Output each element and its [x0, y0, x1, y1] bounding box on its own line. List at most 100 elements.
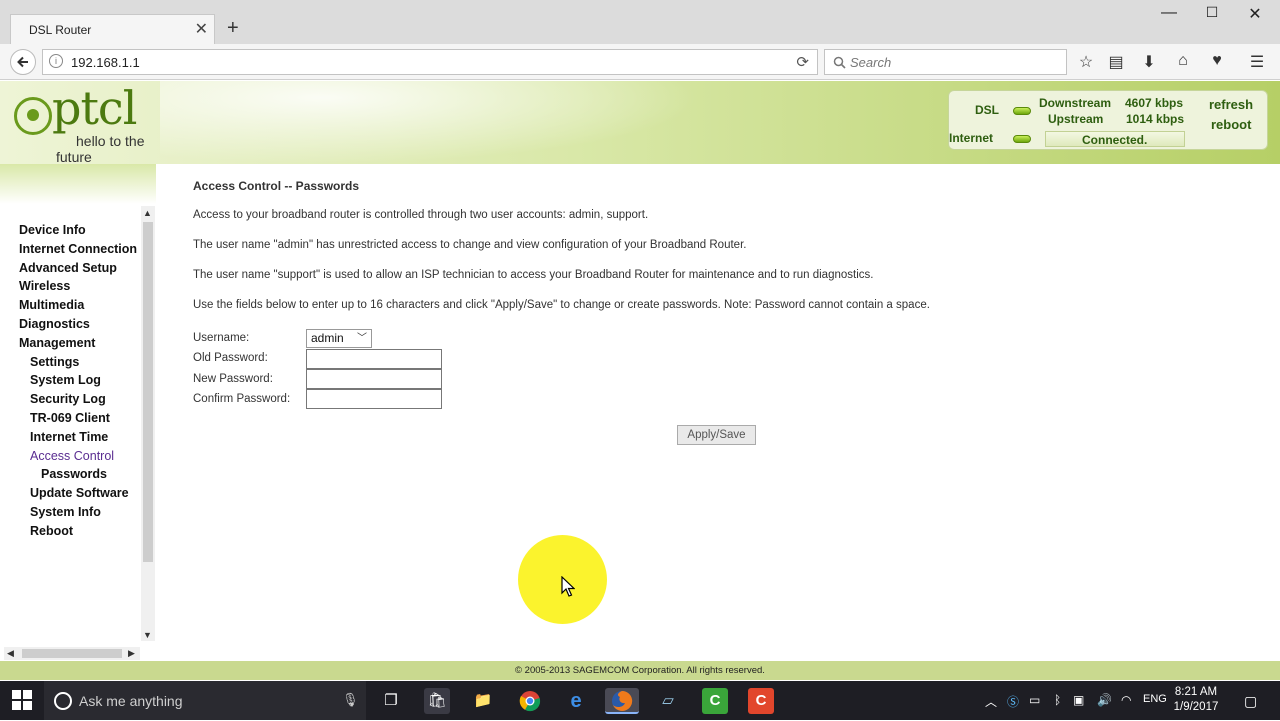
- sidebar-nav: Device Info Internet Connection Advanced…: [19, 221, 137, 541]
- nav-wireless[interactable]: Wireless: [19, 277, 137, 296]
- apply-save-button[interactable]: Apply/Save: [677, 425, 756, 445]
- page-title: Access Control -- Passwords: [193, 179, 360, 193]
- wifi-icon[interactable]: ◠: [1121, 693, 1131, 707]
- nav-diagnostics[interactable]: Diagnostics: [19, 315, 137, 334]
- reading-list-icon[interactable]: ▤: [1105, 52, 1127, 72]
- browser-nav-bar: i 192.168.1.1 ⟳ Search ☆ ▤ ⬇ ⌂ ♥ ☰: [0, 44, 1280, 80]
- camtasia-icon[interactable]: C: [702, 688, 728, 714]
- connection-state-bar: Connected.: [1045, 131, 1185, 147]
- scroll-left-icon[interactable]: ◀: [7, 648, 14, 659]
- logo-tagline-1: hello to the: [76, 133, 145, 149]
- nav-settings[interactable]: Settings: [30, 353, 137, 372]
- battery-icon[interactable]: ▣: [1073, 693, 1084, 707]
- nav-system-log[interactable]: System Log: [30, 371, 137, 390]
- username-value: admin: [311, 331, 344, 345]
- action-center-icon[interactable]: ▢: [1244, 693, 1257, 710]
- maximize-button[interactable]: ☐: [1197, 4, 1227, 21]
- nav-access-control[interactable]: Access Control: [30, 447, 137, 466]
- logo-word: ptcl: [52, 81, 137, 135]
- menu-icon[interactable]: ☰: [1246, 52, 1268, 72]
- task-view-icon[interactable]: ❐: [378, 688, 404, 714]
- browser-tab-strip: DSL Router ✕ + — ☐ ✕: [0, 0, 1280, 46]
- nav-update-software[interactable]: Update Software: [30, 484, 137, 503]
- nav-management[interactable]: Management: [19, 334, 137, 353]
- support-paragraph: The user name "support" is used to allow…: [193, 269, 874, 281]
- address-bar[interactable]: i 192.168.1.1 ⟳: [42, 49, 818, 75]
- firefox-icon[interactable]: [605, 688, 639, 714]
- connection-state: Connected.: [1082, 133, 1148, 147]
- browser-tab[interactable]: DSL Router ✕: [10, 14, 215, 46]
- nav-reboot[interactable]: Reboot: [30, 522, 137, 541]
- downloads-icon[interactable]: ⬇: [1138, 52, 1160, 72]
- refresh-link[interactable]: refresh: [1209, 97, 1253, 112]
- file-explorer-icon[interactable]: 📁: [470, 688, 496, 714]
- sidebar-gradient: [0, 164, 156, 204]
- tab-close-icon[interactable]: ✕: [195, 19, 208, 39]
- system-clock[interactable]: 8:21 AM 1/9/2017: [1171, 685, 1221, 715]
- dsl-label: DSL: [975, 103, 999, 117]
- vertical-scroll-thumb[interactable]: [143, 222, 153, 562]
- reload-icon[interactable]: ⟳: [796, 53, 809, 71]
- network-device-icon[interactable]: ▭: [1029, 693, 1040, 707]
- minimize-button[interactable]: —: [1154, 4, 1184, 22]
- new-tab-button[interactable]: +: [227, 17, 239, 40]
- home-icon[interactable]: ⌂: [1172, 52, 1194, 70]
- nav-internet-connection[interactable]: Internet Connection: [19, 240, 137, 259]
- back-button[interactable]: [10, 49, 36, 75]
- back-arrow-icon: [17, 56, 28, 68]
- mouse-pointer-icon: [561, 576, 575, 597]
- internet-label: Internet: [949, 131, 994, 145]
- search-bar[interactable]: Search: [824, 49, 1067, 75]
- old-password-field[interactable]: [306, 349, 442, 369]
- username-label: Username:: [193, 332, 250, 344]
- notes-app-icon[interactable]: ▱: [655, 688, 681, 714]
- start-button[interactable]: [12, 690, 32, 710]
- tab-title: DSL Router: [29, 23, 92, 37]
- nav-system-info[interactable]: System Info: [30, 503, 137, 522]
- horizontal-scroll-thumb[interactable]: [22, 649, 122, 658]
- internet-led-icon: [1013, 135, 1031, 143]
- edge-icon[interactable]: e: [563, 688, 589, 714]
- volume-icon[interactable]: 🔊: [1097, 693, 1112, 707]
- scroll-right-icon[interactable]: ▶: [128, 648, 135, 659]
- microphone-icon[interactable]: 🎙: [342, 692, 359, 708]
- language-indicator[interactable]: ENG: [1143, 693, 1167, 705]
- nav-advanced-setup[interactable]: Advanced Setup: [19, 259, 137, 278]
- username-select[interactable]: admin ﹀: [306, 329, 372, 348]
- show-hidden-icons-icon[interactable]: ︿: [985, 693, 997, 710]
- close-window-button[interactable]: ✕: [1240, 4, 1270, 24]
- cortana-icon: [54, 692, 72, 710]
- scroll-up-icon[interactable]: ▲: [143, 208, 152, 218]
- sidebar-vertical-scrollbar[interactable]: ▲ ▼: [141, 206, 155, 641]
- clock-time: 8:21 AM: [1174, 686, 1218, 698]
- search-icon: [833, 56, 846, 69]
- site-info-icon[interactable]: i: [49, 54, 63, 68]
- chrome-icon[interactable]: [517, 688, 543, 714]
- recorder-icon[interactable]: C: [748, 688, 774, 714]
- sidebar-horizontal-scrollbar[interactable]: ◀ ▶: [4, 647, 140, 660]
- nav-device-info[interactable]: Device Info: [19, 221, 137, 240]
- confirm-password-field[interactable]: [306, 389, 442, 409]
- pocket-icon[interactable]: ♥: [1206, 52, 1228, 70]
- cortana-search-input[interactable]: Ask me anything: [79, 693, 183, 709]
- nav-passwords[interactable]: Passwords: [41, 465, 137, 484]
- logo-tagline-2: future: [56, 149, 92, 165]
- nav-internet-time[interactable]: Internet Time: [30, 428, 137, 447]
- nav-security-log[interactable]: Security Log: [30, 390, 137, 409]
- nav-tr069-client[interactable]: TR-069 Client: [30, 409, 137, 428]
- confirm-password-label: Confirm Password:: [193, 393, 291, 405]
- search-input[interactable]: Search: [850, 55, 891, 70]
- upstream-value: 1014 kbps: [1126, 112, 1185, 126]
- new-password-field[interactable]: [306, 369, 442, 389]
- windows-logo-icon: [12, 690, 21, 699]
- scroll-down-icon[interactable]: ▼: [143, 630, 152, 640]
- bookmark-star-icon[interactable]: ☆: [1075, 52, 1097, 72]
- url-text[interactable]: 192.168.1.1: [71, 55, 140, 70]
- store-icon[interactable]: 🛍: [424, 688, 450, 714]
- cortana-search-box[interactable]: Ask me anything 🎙: [44, 681, 366, 720]
- reboot-link[interactable]: reboot: [1211, 117, 1251, 132]
- skype-tray-icon[interactable]: Ⓢ: [1007, 693, 1019, 710]
- nav-multimedia[interactable]: Multimedia: [19, 296, 137, 315]
- admin-paragraph: The user name "admin" has unrestricted a…: [193, 239, 747, 251]
- bluetooth-icon[interactable]: ᛒ: [1054, 693, 1061, 707]
